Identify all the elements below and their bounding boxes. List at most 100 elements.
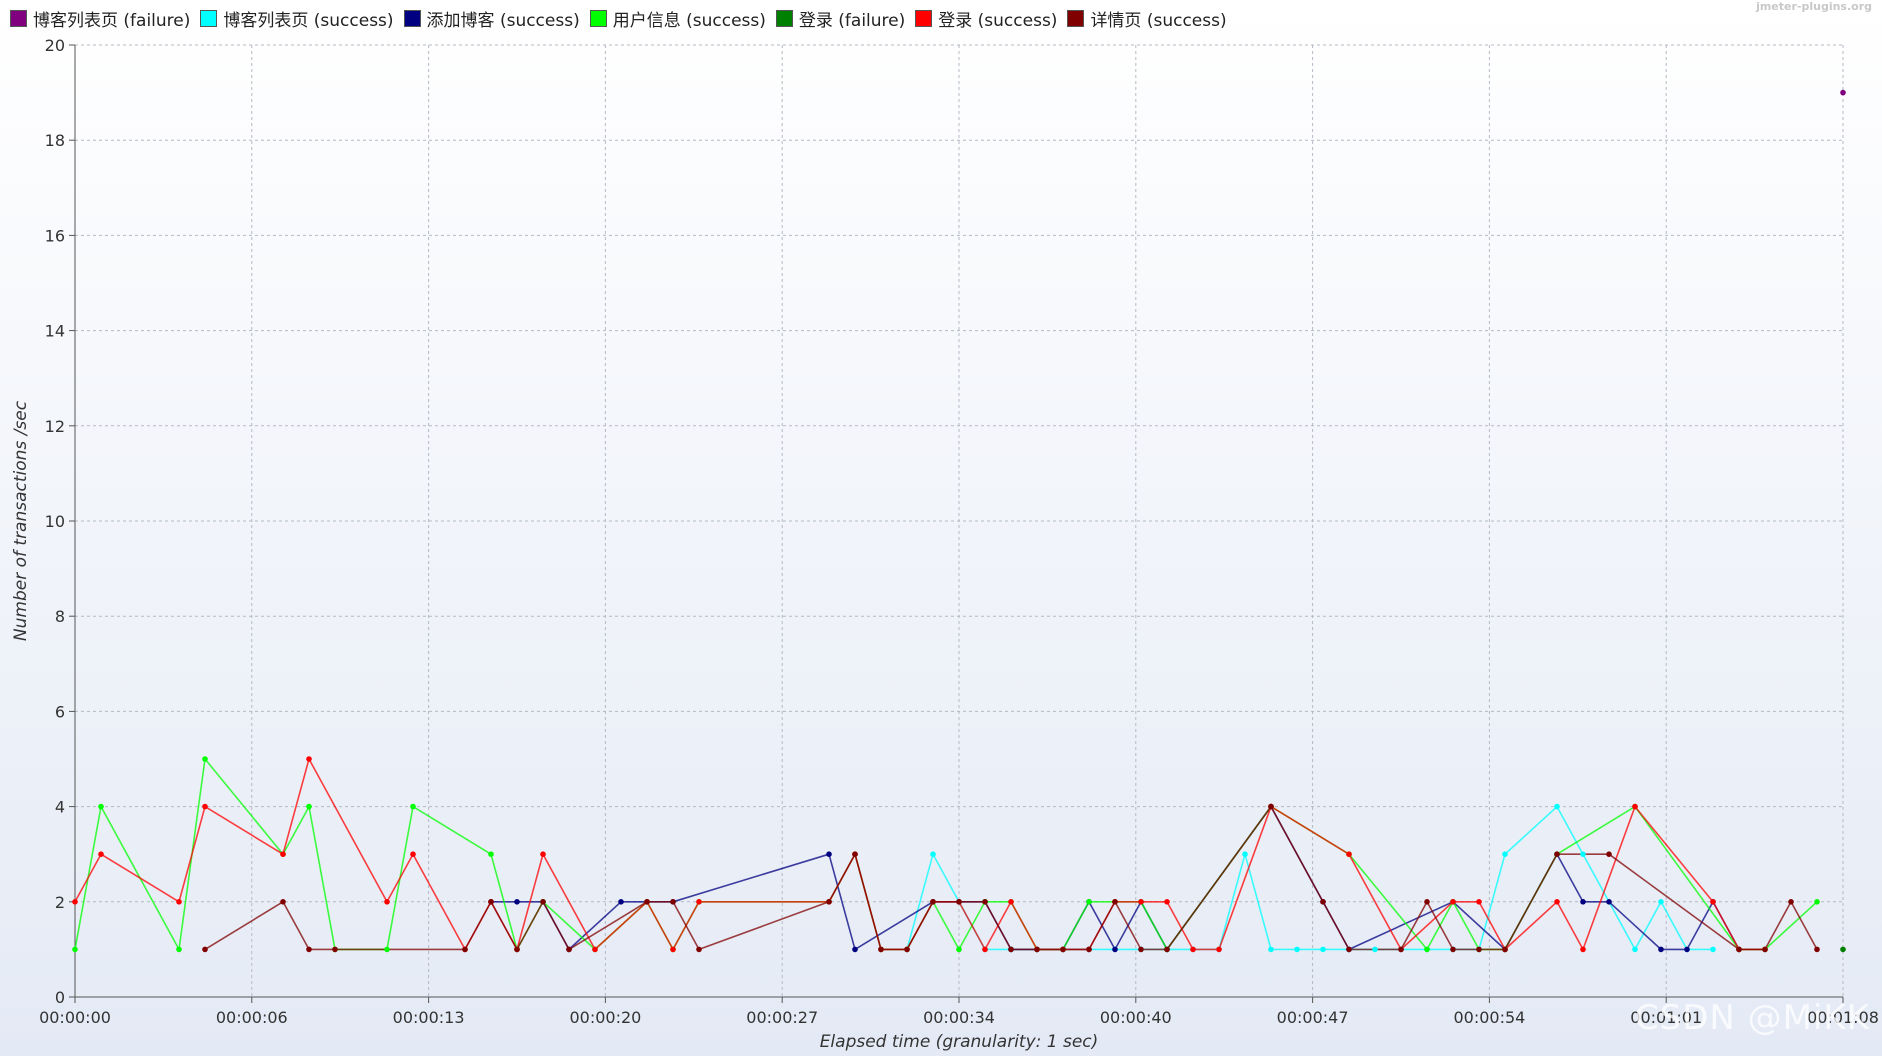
- data-point-series-3: [202, 756, 208, 762]
- data-point-series-6: [1398, 946, 1404, 953]
- data-point-series-6: [202, 946, 208, 953]
- data-point-series-3: [72, 946, 78, 953]
- data-point-series-2: [514, 899, 520, 905]
- data-point-series-2: [1112, 946, 1118, 953]
- data-point-series-5: [1008, 899, 1014, 905]
- data-point-series-6: [930, 899, 936, 905]
- data-point-series-2: [1606, 899, 1612, 905]
- data-point-series-6: [1060, 946, 1066, 953]
- data-point-series-5: [1476, 899, 1482, 905]
- data-point-series-5: [1580, 946, 1586, 953]
- legend-swatch: [775, 9, 793, 27]
- data-point-series-5: [1346, 851, 1352, 857]
- data-point-series-5: [72, 899, 78, 905]
- data-point-series-6: [462, 946, 468, 953]
- data-point-series-6: [878, 946, 884, 953]
- data-point-series-1: [1632, 946, 1638, 953]
- legend-label: 登录 (success): [938, 10, 1058, 31]
- data-point-series-3: [1086, 899, 1092, 905]
- data-point-series-6: [1606, 851, 1612, 857]
- legend-item-4: 登录 (failure): [775, 6, 906, 31]
- data-point-series-5: [176, 899, 182, 905]
- data-point-series-6: [904, 946, 910, 953]
- legend-item-2: 添加博客 (success): [403, 6, 580, 31]
- data-point-series-1: [1242, 851, 1248, 857]
- data-point-series-6: [1762, 946, 1768, 953]
- data-point-series-5: [384, 899, 390, 905]
- legend-item-0: 博客列表页 (failure): [10, 6, 190, 31]
- data-point-series-5: [1164, 899, 1170, 905]
- data-point-series-6: [514, 946, 520, 953]
- y-tick-label: 16: [45, 226, 65, 245]
- data-point-series-6: [644, 899, 650, 905]
- data-point-series-6: [1450, 946, 1456, 953]
- x-tick-label: 00:00:47: [1277, 1008, 1349, 1027]
- credit-text: jmeter-plugins.org: [1756, 0, 1872, 13]
- data-point-series-1: [1268, 946, 1274, 953]
- data-point-series-5: [410, 851, 416, 857]
- data-point-series-6: [1476, 946, 1482, 953]
- data-point-series-6: [1788, 899, 1794, 905]
- x-axis-title: Elapsed time (granularity: 1 sec): [820, 1032, 1099, 1052]
- data-point-series-5: [592, 946, 598, 953]
- legend-label: 登录 (failure): [798, 10, 906, 31]
- data-point-series-6: [852, 851, 858, 857]
- data-point-series-6: [826, 899, 832, 905]
- data-point-series-3: [956, 946, 962, 953]
- data-point-series-5: [540, 851, 546, 857]
- data-point-series-6: [280, 899, 286, 905]
- data-point-series-6: [488, 899, 494, 905]
- y-tick-label: 4: [55, 798, 65, 817]
- y-axis-title: Number of transactions /sec: [11, 400, 31, 641]
- data-point-series-6: [540, 899, 546, 905]
- y-tick-label: 6: [55, 702, 65, 721]
- x-tick-label: 00:00:13: [393, 1008, 465, 1027]
- data-point-series-2: [618, 899, 624, 905]
- y-tick-label: 0: [55, 988, 65, 1007]
- legend-label: 详情页 (success): [1090, 10, 1227, 31]
- data-point-series-6: [1138, 946, 1144, 953]
- watermark: CSDN @MiKK: [1634, 998, 1870, 1038]
- data-point-series-1: [930, 851, 936, 857]
- data-point-series-6: [670, 899, 676, 905]
- transactions-chart: 0 2 4 6 8 10 12 14 16 18 20 00:00:00 00:00:06 00:00:1…: [0, 0, 1882, 1056]
- data-point-series-5: [1710, 899, 1716, 905]
- x-tick-label: 00:00:54: [1453, 1008, 1525, 1027]
- x-tick-label: 00:00:20: [569, 1008, 641, 1027]
- data-point-series-6: [1164, 946, 1170, 953]
- data-point-series-6: [1112, 899, 1118, 905]
- data-point-series-6: [1268, 803, 1274, 810]
- data-point-series-1: [1554, 803, 1560, 810]
- data-point-series-6: [1034, 946, 1040, 953]
- data-point-series-6: [1502, 946, 1508, 953]
- data-point-series-5: [1450, 899, 1456, 905]
- chart-background: [0, 0, 1882, 1056]
- data-point-series-1: [1502, 851, 1508, 857]
- data-point-series-5: [306, 756, 312, 762]
- data-point-series-5: [202, 803, 208, 810]
- data-point-series-6: [332, 946, 338, 953]
- data-point-series-6: [1008, 946, 1014, 953]
- data-point-series-2: [1658, 946, 1664, 953]
- data-point-series-3: [176, 946, 182, 953]
- data-point-series-5: [1190, 946, 1196, 953]
- data-point-series-6: [956, 899, 962, 905]
- data-point-series-5: [1216, 946, 1222, 953]
- data-point-series-6: [306, 946, 312, 953]
- data-point-series-6: [1346, 946, 1352, 953]
- legend-swatch: [403, 9, 421, 27]
- x-tick-label: 00:00:06: [216, 1008, 288, 1027]
- data-point-series-5: [1554, 899, 1560, 905]
- data-point-series-6: [1736, 946, 1742, 953]
- data-point-series-2: [1684, 946, 1690, 953]
- y-tick-label: 12: [45, 417, 65, 436]
- data-point-series-3: [306, 803, 312, 810]
- legend-swatch: [915, 9, 933, 27]
- legend: 博客列表页 (failure) 博客列表页 (success) 添加博客 (succ…: [10, 6, 1237, 31]
- legend-label: 添加博客 (success): [426, 10, 580, 31]
- data-point-series-3: [1424, 946, 1430, 953]
- data-point-series-2: [852, 946, 858, 953]
- y-tick-label: 14: [45, 322, 65, 341]
- y-tick-label: 8: [55, 607, 65, 626]
- legend-item-1: 博客列表页 (success): [200, 6, 394, 31]
